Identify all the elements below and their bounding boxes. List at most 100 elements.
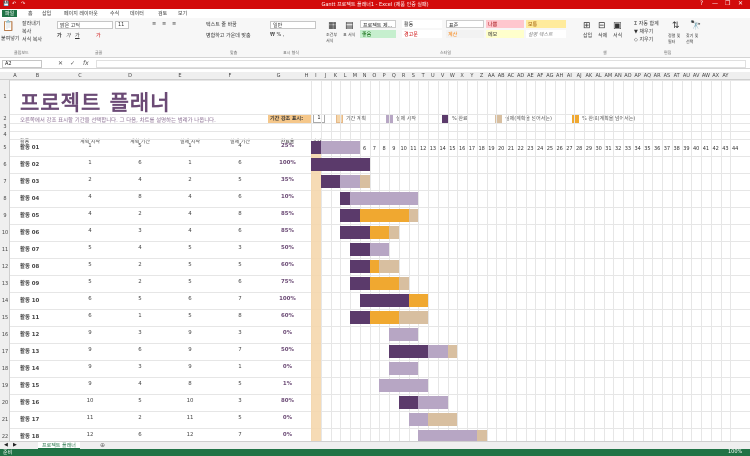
plan-duration-cell[interactable]: 2 bbox=[115, 279, 165, 285]
font-size-select[interactable]: 11 bbox=[115, 21, 129, 29]
actual-duration-cell[interactable]: 3 bbox=[215, 330, 265, 336]
row-header-15[interactable]: 15 bbox=[0, 315, 10, 321]
insert-cells-button[interactable]: 삽입 bbox=[583, 32, 592, 39]
column-header-AT[interactable]: AT bbox=[672, 73, 682, 79]
sort-filter-button[interactable]: 정렬 및 필터 bbox=[668, 33, 684, 45]
insert-cells-icon[interactable]: ⊞ bbox=[583, 21, 591, 31]
row-header-11[interactable]: 11 bbox=[0, 247, 10, 253]
row-header-22[interactable]: 22 bbox=[0, 434, 10, 440]
column-header-I[interactable]: I bbox=[311, 73, 321, 79]
align-bottom-icon[interactable]: ≡ bbox=[172, 21, 176, 27]
activity-name[interactable]: 활동 04 bbox=[20, 194, 39, 202]
column-header-AV[interactable]: AV bbox=[691, 73, 701, 79]
font-color-icon[interactable]: 가 bbox=[96, 32, 101, 39]
plan-start-cell[interactable]: 9 bbox=[65, 347, 115, 353]
actual-start-cell[interactable]: 2 bbox=[165, 177, 215, 183]
actual-start-cell[interactable]: 1 bbox=[165, 160, 215, 166]
conditional-format-icon[interactable]: ▦ bbox=[328, 21, 337, 31]
row-header-3[interactable]: 3 bbox=[0, 124, 10, 130]
column-header-AK[interactable]: AK bbox=[584, 73, 594, 79]
column-header-S[interactable]: S bbox=[409, 73, 419, 79]
actual-start-cell[interactable]: 5 bbox=[165, 279, 215, 285]
actual-duration-cell[interactable]: 8 bbox=[215, 313, 265, 319]
row-header-20[interactable]: 20 bbox=[0, 400, 10, 406]
cancel-icon[interactable]: ✕ bbox=[58, 60, 63, 67]
activity-name[interactable]: 활동 16 bbox=[20, 398, 39, 406]
number-format-select[interactable]: 일반 bbox=[270, 21, 316, 29]
conditional-format-button[interactable]: 조건부 서식 bbox=[326, 32, 340, 44]
tab-file[interactable]: 파일 bbox=[2, 10, 18, 17]
actual-duration-cell[interactable]: 3 bbox=[215, 245, 265, 251]
cell-style-project-title[interactable]: 프로젝트 제... bbox=[360, 20, 396, 28]
column-header-AG[interactable]: AG bbox=[545, 73, 555, 79]
pct-complete-cell[interactable]: 0% bbox=[265, 364, 310, 370]
pct-complete-cell[interactable]: 100% bbox=[265, 160, 310, 166]
add-sheet-icon[interactable]: ⊕ bbox=[100, 442, 105, 449]
actual-duration-cell[interactable]: 6 bbox=[215, 279, 265, 285]
actual-start-cell[interactable]: 11 bbox=[165, 415, 215, 421]
autosum-button[interactable]: Σ 자동 합계 bbox=[634, 20, 659, 27]
bold-icon[interactable]: 가 bbox=[57, 32, 62, 39]
delete-cells-icon[interactable]: ⊟ bbox=[598, 21, 606, 31]
column-header-AS[interactable]: AS bbox=[662, 73, 672, 79]
plan-duration-cell[interactable]: 5 bbox=[115, 296, 165, 302]
format-cells-button[interactable]: 서식 bbox=[613, 32, 622, 39]
activity-name[interactable]: 활동 05 bbox=[20, 211, 39, 219]
worksheet[interactable]: 프로젝트 플래너 오른쪽에서 강조 표시할 기간을 선택합니다. 그 다음, 차… bbox=[10, 80, 750, 441]
plan-start-cell[interactable]: 1 bbox=[65, 160, 115, 166]
tab-insert[interactable]: 삽입 bbox=[42, 10, 51, 17]
row-header-21[interactable]: 21 bbox=[0, 417, 10, 423]
pct-complete-cell[interactable]: 0% bbox=[265, 330, 310, 336]
plan-start-cell[interactable]: 1 bbox=[65, 143, 115, 149]
plan-start-cell[interactable]: 9 bbox=[65, 381, 115, 387]
actual-start-cell[interactable]: 8 bbox=[165, 381, 215, 387]
actual-start-cell[interactable]: 9 bbox=[165, 364, 215, 370]
column-header-AR[interactable]: AR bbox=[652, 73, 662, 79]
actual-start-cell[interactable]: 9 bbox=[165, 330, 215, 336]
plan-start-cell[interactable]: 6 bbox=[65, 296, 115, 302]
column-header-AA[interactable]: AA bbox=[487, 73, 497, 79]
plan-start-cell[interactable]: 5 bbox=[65, 245, 115, 251]
plan-duration-cell[interactable]: 3 bbox=[115, 330, 165, 336]
table-format-icon[interactable]: ▤ bbox=[345, 21, 354, 31]
tab-page-layout[interactable]: 페이지 레이아웃 bbox=[64, 10, 98, 17]
actual-duration-cell[interactable]: 7 bbox=[215, 296, 265, 302]
plan-duration-cell[interactable]: 3 bbox=[115, 228, 165, 234]
cell-style-explain[interactable]: 설명 텍스트 bbox=[526, 30, 566, 38]
column-header-AQ[interactable]: AQ bbox=[643, 73, 653, 79]
plan-duration-cell[interactable]: 4 bbox=[115, 381, 165, 387]
row-header-13[interactable]: 13 bbox=[0, 281, 10, 287]
pct-complete-cell[interactable]: 1% bbox=[265, 381, 310, 387]
actual-start-cell[interactable]: 12 bbox=[165, 432, 215, 438]
plan-duration-cell[interactable]: 3 bbox=[115, 364, 165, 370]
column-header-L[interactable]: L bbox=[340, 73, 350, 79]
pct-complete-cell[interactable]: 50% bbox=[265, 347, 310, 353]
column-header-AC[interactable]: AC bbox=[506, 73, 516, 79]
actual-start-cell[interactable]: 4 bbox=[165, 228, 215, 234]
plan-duration-cell[interactable]: 5 bbox=[115, 143, 165, 149]
actual-start-cell[interactable]: 10 bbox=[165, 398, 215, 404]
column-header-AH[interactable]: AH bbox=[555, 73, 565, 79]
plan-start-cell[interactable]: 9 bbox=[65, 330, 115, 336]
plan-duration-cell[interactable]: 6 bbox=[115, 160, 165, 166]
function-icon[interactable]: fx bbox=[83, 60, 89, 67]
paste-button[interactable]: 붙여넣기 bbox=[1, 35, 19, 42]
actual-duration-cell[interactable]: 6 bbox=[215, 160, 265, 166]
zoom-level[interactable]: 100% bbox=[728, 449, 742, 455]
row-header-18[interactable]: 18 bbox=[0, 366, 10, 372]
format-cells-icon[interactable]: ▣ bbox=[613, 21, 622, 31]
row-header-10[interactable]: 10 bbox=[0, 230, 10, 236]
column-header-AO[interactable]: AO bbox=[623, 73, 633, 79]
column-header-AN[interactable]: AN bbox=[613, 73, 623, 79]
column-header-V[interactable]: V bbox=[438, 73, 448, 79]
column-header-F[interactable]: F bbox=[205, 73, 255, 79]
actual-duration-cell[interactable]: 3 bbox=[215, 398, 265, 404]
align-top-icon[interactable]: ≡ bbox=[152, 21, 156, 27]
find-select-icon[interactable]: 🔭 bbox=[690, 21, 701, 31]
column-header-AY[interactable]: AY bbox=[721, 73, 731, 79]
activity-name[interactable]: 활동 09 bbox=[20, 279, 39, 287]
tab-review[interactable]: 검토 bbox=[158, 10, 167, 17]
prev-sheet-icon[interactable]: ◀ bbox=[4, 442, 8, 448]
row-header-17[interactable]: 17 bbox=[0, 349, 10, 355]
plan-start-cell[interactable]: 5 bbox=[65, 262, 115, 268]
